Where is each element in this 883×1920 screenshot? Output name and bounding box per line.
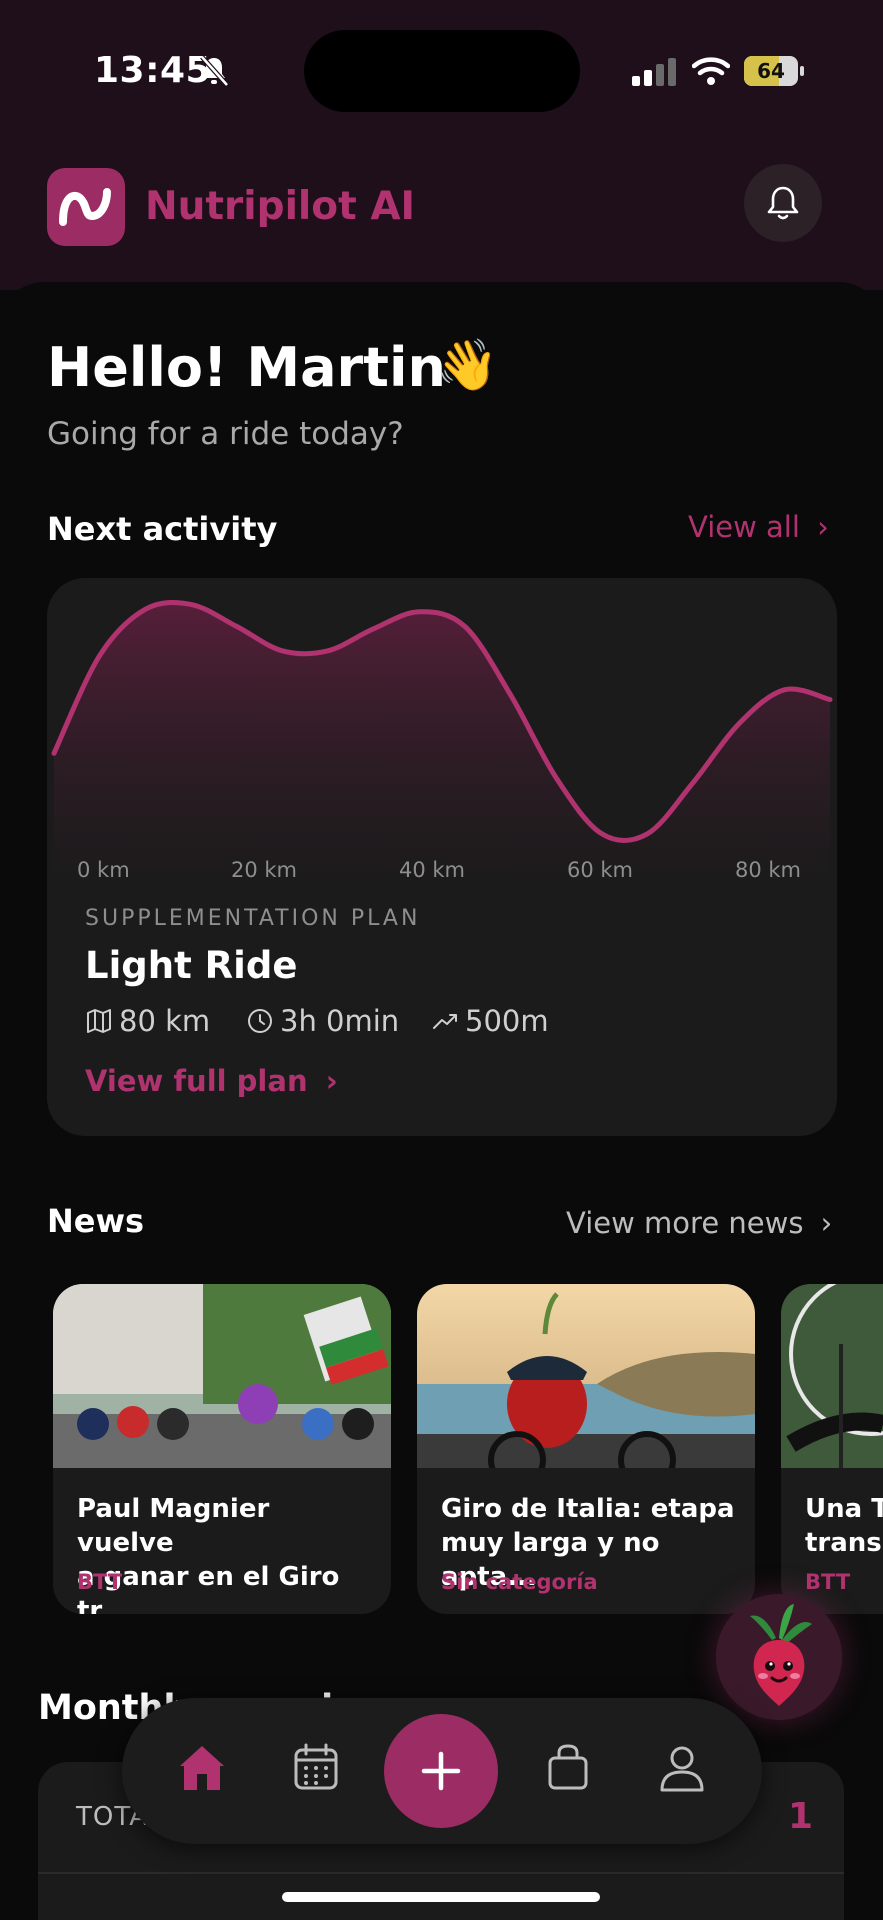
beet-cyclist-photo [417, 1284, 755, 1468]
bell-icon [767, 186, 799, 220]
shop-bag-tab-icon[interactable] [538, 1738, 598, 1798]
cellular-signal-icon [632, 58, 676, 86]
add-button[interactable] [384, 1714, 498, 1828]
map-icon [87, 1009, 111, 1033]
bell-muted-icon [200, 55, 229, 87]
view-full-plan-label: View full plan [85, 1064, 308, 1098]
brand-name: Nutripilot AI [145, 184, 416, 229]
view-more-news-link[interactable]: View more news › [566, 1206, 832, 1240]
plus-icon [421, 1751, 461, 1791]
news-category: Sin categoría [441, 1570, 598, 1594]
news-card[interactable]: Giro de Italia: etapa muy larga y no apt… [417, 1284, 755, 1614]
notifications-button[interactable] [744, 164, 822, 242]
chevron-right-icon: › [817, 510, 829, 544]
bike-wheel-photo [781, 1284, 883, 1468]
home-tab-icon[interactable] [172, 1738, 232, 1798]
news-headline-line: Paul Magnier vuelve [77, 1494, 270, 1558]
view-more-news-label: View more news [566, 1206, 804, 1240]
x-tick-20: 20 km [231, 858, 298, 882]
news-headline-line: Giro de Italia: etapa [441, 1494, 735, 1524]
news-category: BTT [77, 1570, 123, 1594]
news-card[interactable]: Paul Magnier vuelve a ganar en el Giro t… [53, 1284, 391, 1614]
totals-divider [38, 1872, 844, 1874]
news-category: BTT [805, 1570, 851, 1594]
chevron-right-icon: › [820, 1206, 833, 1240]
beet-mascot-icon [750, 1604, 812, 1706]
greeting-title: Hello! Martin [47, 336, 446, 399]
greeting-subtitle: Going for a ride today? [47, 416, 404, 452]
elevation-area [54, 602, 830, 888]
elevation-value: 500m [465, 1004, 549, 1038]
bottom-tab-bar [122, 1698, 762, 1844]
news-headline-line: Una T [805, 1494, 883, 1524]
x-tick-60: 60 km [567, 858, 634, 882]
view-full-plan-link[interactable]: View full plan › [85, 1064, 338, 1098]
distance-value: 80 km [119, 1004, 211, 1038]
view-all-label: View all [688, 510, 800, 544]
assistant-button[interactable] [716, 1594, 842, 1720]
news-title: News [47, 1202, 145, 1240]
calendar-tab-icon[interactable] [286, 1738, 346, 1798]
cycling-race-photo [53, 1284, 391, 1468]
news-headline-line: transm [805, 1528, 883, 1558]
app-logo [47, 168, 125, 246]
next-activity-card[interactable] [47, 578, 837, 1136]
x-tick-40: 40 km [399, 858, 466, 882]
view-all-link[interactable]: View all › [688, 510, 829, 544]
duration-value: 3h 0min [280, 1004, 400, 1038]
duration-stat: 3h 0min [246, 1004, 399, 1038]
news-card[interactable]: Una T transm BTT [781, 1284, 883, 1614]
news-headline: Una T transm [805, 1492, 883, 1560]
wifi-icon [692, 57, 730, 85]
elevation-chart [51, 599, 833, 888]
distance-stat: 80 km [85, 1004, 210, 1038]
battery-indicator: 64 [744, 56, 804, 86]
elevation-stat: 500m [431, 1004, 549, 1038]
clock-icon [248, 1009, 272, 1033]
plan-label: SUPPLEMENTATION PLAN [85, 906, 421, 931]
next-activity-title: Next activity [47, 510, 278, 548]
status-time: 13:45 [94, 50, 212, 91]
trending-up-icon [433, 1014, 457, 1029]
profile-tab-icon[interactable] [652, 1738, 712, 1798]
home-indicator [282, 1892, 600, 1902]
news-headline: Paul Magnier vuelve a ganar en el Giro t… [77, 1492, 373, 1614]
chevron-right-icon: › [325, 1064, 338, 1098]
plan-title: Light Ride [85, 944, 298, 987]
dynamic-island [304, 30, 580, 112]
battery-level: 64 [757, 59, 785, 83]
total-value: 1 [788, 1796, 814, 1837]
x-tick-0: 0 km [77, 858, 130, 882]
wave-emoji: 👋 [436, 336, 499, 394]
x-tick-80: 80 km [735, 858, 802, 882]
